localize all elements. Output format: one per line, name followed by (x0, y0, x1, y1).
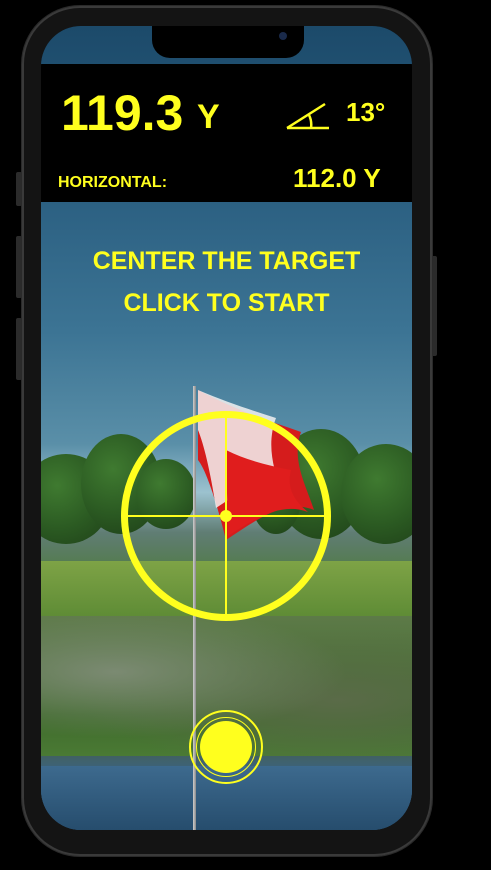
shutter-button-icon (200, 721, 252, 773)
horizontal-distance-readout: 112.0 Y (293, 163, 381, 193)
app-screen[interactable]: 119.3 Y 13° HORIZONTAL: 112.0 Y CENTER T… (41, 26, 412, 830)
notch (152, 26, 304, 58)
horizontal-label: HORIZONTAL: (58, 174, 168, 191)
instruction-line-2: CLICK TO START (123, 289, 330, 317)
canvas: 119.3 Y 13° HORIZONTAL: 112.0 Y CENTER T… (0, 0, 491, 870)
distance-readout: 119.3 (61, 85, 184, 141)
distance-unit: Y (197, 98, 220, 136)
instruction-line-1: CENTER THE TARGET (92, 247, 361, 275)
crosshair-icon (128, 418, 324, 614)
crosshair-center-dot (220, 510, 232, 522)
slope-angle-readout: 13° (346, 97, 386, 127)
shutter-button[interactable] (189, 710, 263, 784)
angle-icon (286, 102, 329, 130)
front-camera-icon (279, 32, 287, 40)
